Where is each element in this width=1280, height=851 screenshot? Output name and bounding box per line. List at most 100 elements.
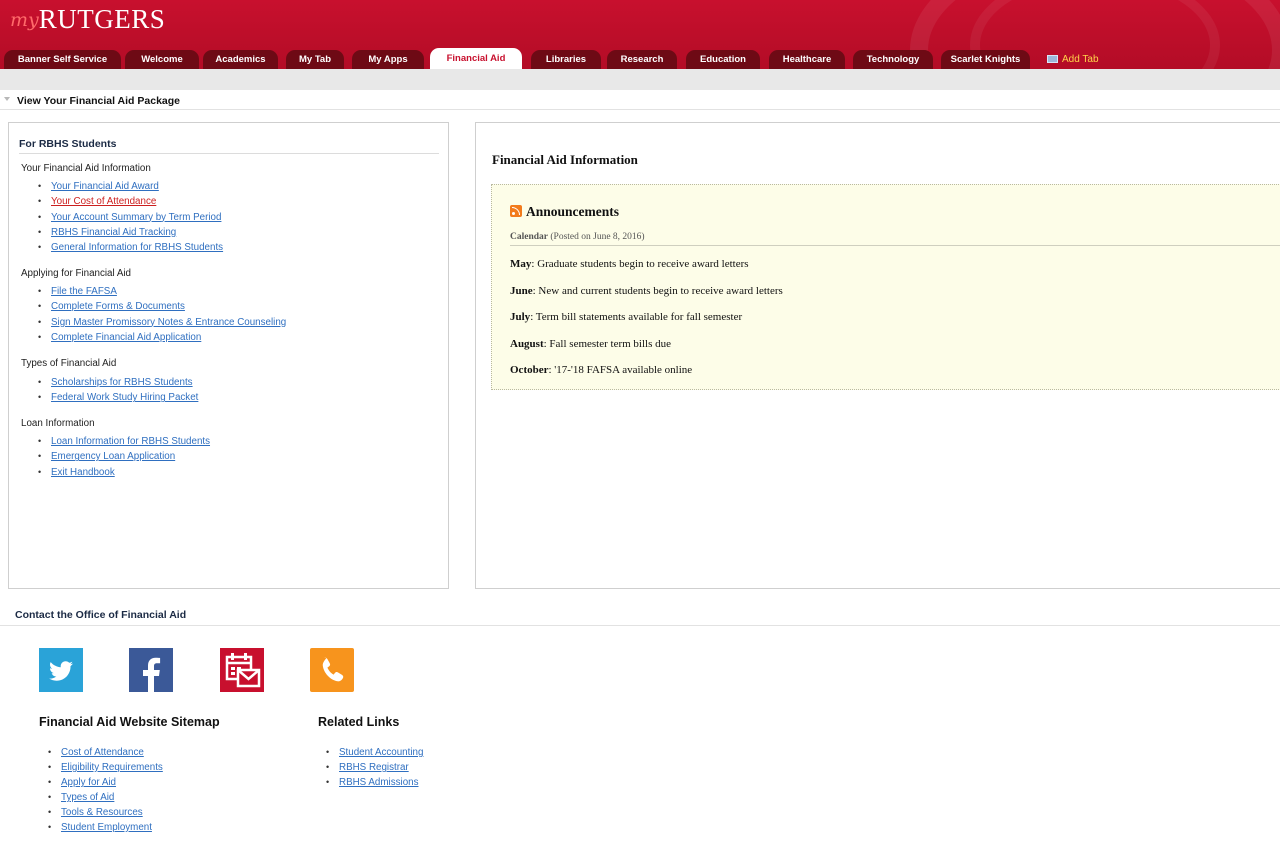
link-apply-for-aid[interactable]: Apply for Aid <box>61 777 116 788</box>
event-item: August: Fall semester term bills due <box>510 338 671 350</box>
tab-financial-aid[interactable]: Financial Aid <box>430 48 522 69</box>
header-subbar <box>0 69 1280 90</box>
financial-aid-info-panel: Financial Aid Information Announcements … <box>475 122 1280 589</box>
calendar-posted-line: Calendar (Posted on June 8, 2016) <box>510 232 1280 246</box>
link-scholarships[interactable]: Scholarships for RBHS Students <box>51 377 193 388</box>
link-tools-resources[interactable]: Tools & Resources <box>61 807 143 818</box>
link-cost-of-attendance-site[interactable]: Cost of Attendance <box>61 747 144 758</box>
posted-date: (Posted on June 8, 2016) <box>550 232 645 242</box>
portal-tabs: Banner Self Service Welcome Academics My… <box>0 48 1280 69</box>
list-item: File the FAFSA <box>38 284 286 299</box>
event-item: May: Graduate students begin to receive … <box>510 258 749 270</box>
package-title: View Your Financial Aid Package <box>17 95 181 107</box>
twitter-icon[interactable] <box>39 648 83 692</box>
list-item: Complete Financial Aid Application <box>38 330 286 345</box>
link-cost-of-attendance[interactable]: Your Cost of Attendance <box>51 196 156 207</box>
panel-title: For RBHS Students <box>19 138 439 154</box>
link-rbhs-registrar[interactable]: RBHS Registrar <box>339 762 409 773</box>
link-exit-handbook[interactable]: Exit Handbook <box>51 467 115 478</box>
event-text: : Graduate students begin to receive awa… <box>531 258 749 270</box>
package-title-bar: View Your Financial Aid Package <box>0 93 1280 110</box>
event-item: July: Term bill statements available for… <box>510 311 742 323</box>
list-item: Emergency Loan Application <box>38 449 210 464</box>
list-item: Eligibility Requirements <box>48 760 163 775</box>
event-item: June: New and current students begin to … <box>510 285 783 297</box>
list-item: RBHS Registrar <box>326 760 423 775</box>
list-item: Apply for Aid <box>48 775 163 790</box>
link-rbhs-admissions[interactable]: RBHS Admissions <box>339 777 419 788</box>
link-account-summary[interactable]: Your Account Summary by Term Period <box>51 212 221 223</box>
tab-healthcare[interactable]: Healthcare <box>769 50 845 69</box>
aid-info-links: Your Financial Aid Award Your Cost of At… <box>38 179 223 255</box>
list-item: Tools & Resources <box>48 805 163 820</box>
list-item: Exit Handbook <box>38 465 210 480</box>
sitemap-links: Cost of Attendance Eligibility Requireme… <box>48 745 163 835</box>
phone-icon[interactable] <box>310 648 354 692</box>
list-item: Your Account Summary by Term Period <box>38 210 223 225</box>
list-item: Complete Forms & Documents <box>38 299 286 314</box>
event-month: October <box>510 364 549 376</box>
facebook-icon[interactable] <box>129 648 173 692</box>
list-item: RBHS Admissions <box>326 775 423 790</box>
rss-icon[interactable] <box>510 205 522 217</box>
announcements-box: Announcements Calendar (Posted on June 8… <box>491 184 1280 390</box>
rbhs-links-panel: For RBHS Students Your Financial Aid Inf… <box>8 122 449 589</box>
list-item: Sign Master Promissory Notes & Entrance … <box>38 315 286 330</box>
tab-my-tab[interactable]: My Tab <box>286 50 344 69</box>
link-complete-forms[interactable]: Complete Forms & Documents <box>51 301 185 312</box>
link-aid-application[interactable]: Complete Financial Aid Application <box>51 332 201 343</box>
tab-academics[interactable]: Academics <box>203 50 278 69</box>
collapse-triangle-icon[interactable] <box>4 97 10 101</box>
list-item: Student Employment <box>48 820 163 835</box>
logo-prefix: my <box>10 9 39 31</box>
link-eligibility[interactable]: Eligibility Requirements <box>61 762 163 773</box>
calendar-label: Calendar <box>510 232 548 242</box>
link-aid-tracking[interactable]: RBHS Financial Aid Tracking <box>51 227 176 238</box>
list-item: Student Accounting <box>326 745 423 760</box>
related-links: Student Accounting RBHS Registrar RBHS A… <box>326 745 423 790</box>
link-loan-info[interactable]: Loan Information for RBHS Students <box>51 436 210 447</box>
contact-title: Contact the Office of Financial Aid <box>15 609 187 621</box>
list-item: Cost of Attendance <box>48 745 163 760</box>
event-month: August <box>510 338 544 350</box>
section-heading-applying: Applying for Financial Aid <box>21 268 132 279</box>
event-month: May <box>510 258 532 270</box>
tab-technology[interactable]: Technology <box>853 50 933 69</box>
myrutgers-logo[interactable]: myRUTGERS <box>10 4 165 40</box>
list-item: Your Financial Aid Award <box>38 179 223 194</box>
link-emergency-loan[interactable]: Emergency Loan Application <box>51 451 175 462</box>
link-types-of-aid[interactable]: Types of Aid <box>61 792 114 803</box>
link-file-fafsa[interactable]: File the FAFSA <box>51 286 117 297</box>
types-links: Scholarships for RBHS Students Federal W… <box>38 375 198 406</box>
link-general-info[interactable]: General Information for RBHS Students <box>51 242 223 253</box>
tab-research[interactable]: Research <box>607 50 677 69</box>
info-panel-title: Financial Aid Information <box>492 152 638 167</box>
section-heading-aid-info: Your Financial Aid Information <box>21 163 151 174</box>
tab-scarlet-knights[interactable]: Scarlet Knights <box>941 50 1030 69</box>
list-item: Loan Information for RBHS Students <box>38 434 210 449</box>
link-promissory-notes[interactable]: Sign Master Promissory Notes & Entrance … <box>51 317 286 328</box>
link-student-accounting[interactable]: Student Accounting <box>339 747 423 758</box>
section-heading-types: Types of Financial Aid <box>21 358 117 369</box>
tab-libraries[interactable]: Libraries <box>531 50 601 69</box>
logo-main: RUTGERS <box>38 4 166 34</box>
section-heading-loans: Loan Information <box>21 418 95 429</box>
list-item: RBHS Financial Aid Tracking <box>38 225 223 240</box>
add-tab-icon <box>1047 55 1058 63</box>
link-financial-aid-award[interactable]: Your Financial Aid Award <box>51 181 159 192</box>
event-text: : New and current students begin to rece… <box>532 285 783 297</box>
add-tab-button[interactable]: Add Tab <box>1047 50 1099 69</box>
tab-education[interactable]: Education <box>686 50 760 69</box>
add-tab-label: Add Tab <box>1062 54 1099 65</box>
list-item: Your Cost of Attendance <box>38 194 223 209</box>
site-header: myRUTGERS Banner Self Service Welcome Ac… <box>0 0 1280 69</box>
event-month: June <box>510 285 533 297</box>
tab-my-apps[interactable]: My Apps <box>352 50 424 69</box>
tab-banner-self-service[interactable]: Banner Self Service <box>4 50 121 69</box>
link-work-study[interactable]: Federal Work Study Hiring Packet <box>51 392 198 403</box>
contact-bar: Contact the Office of Financial Aid <box>0 608 1280 626</box>
announcements-title: Announcements <box>526 204 620 219</box>
tab-welcome[interactable]: Welcome <box>125 50 199 69</box>
link-student-employment[interactable]: Student Employment <box>61 822 152 833</box>
calendar-mail-icon[interactable] <box>220 648 264 692</box>
